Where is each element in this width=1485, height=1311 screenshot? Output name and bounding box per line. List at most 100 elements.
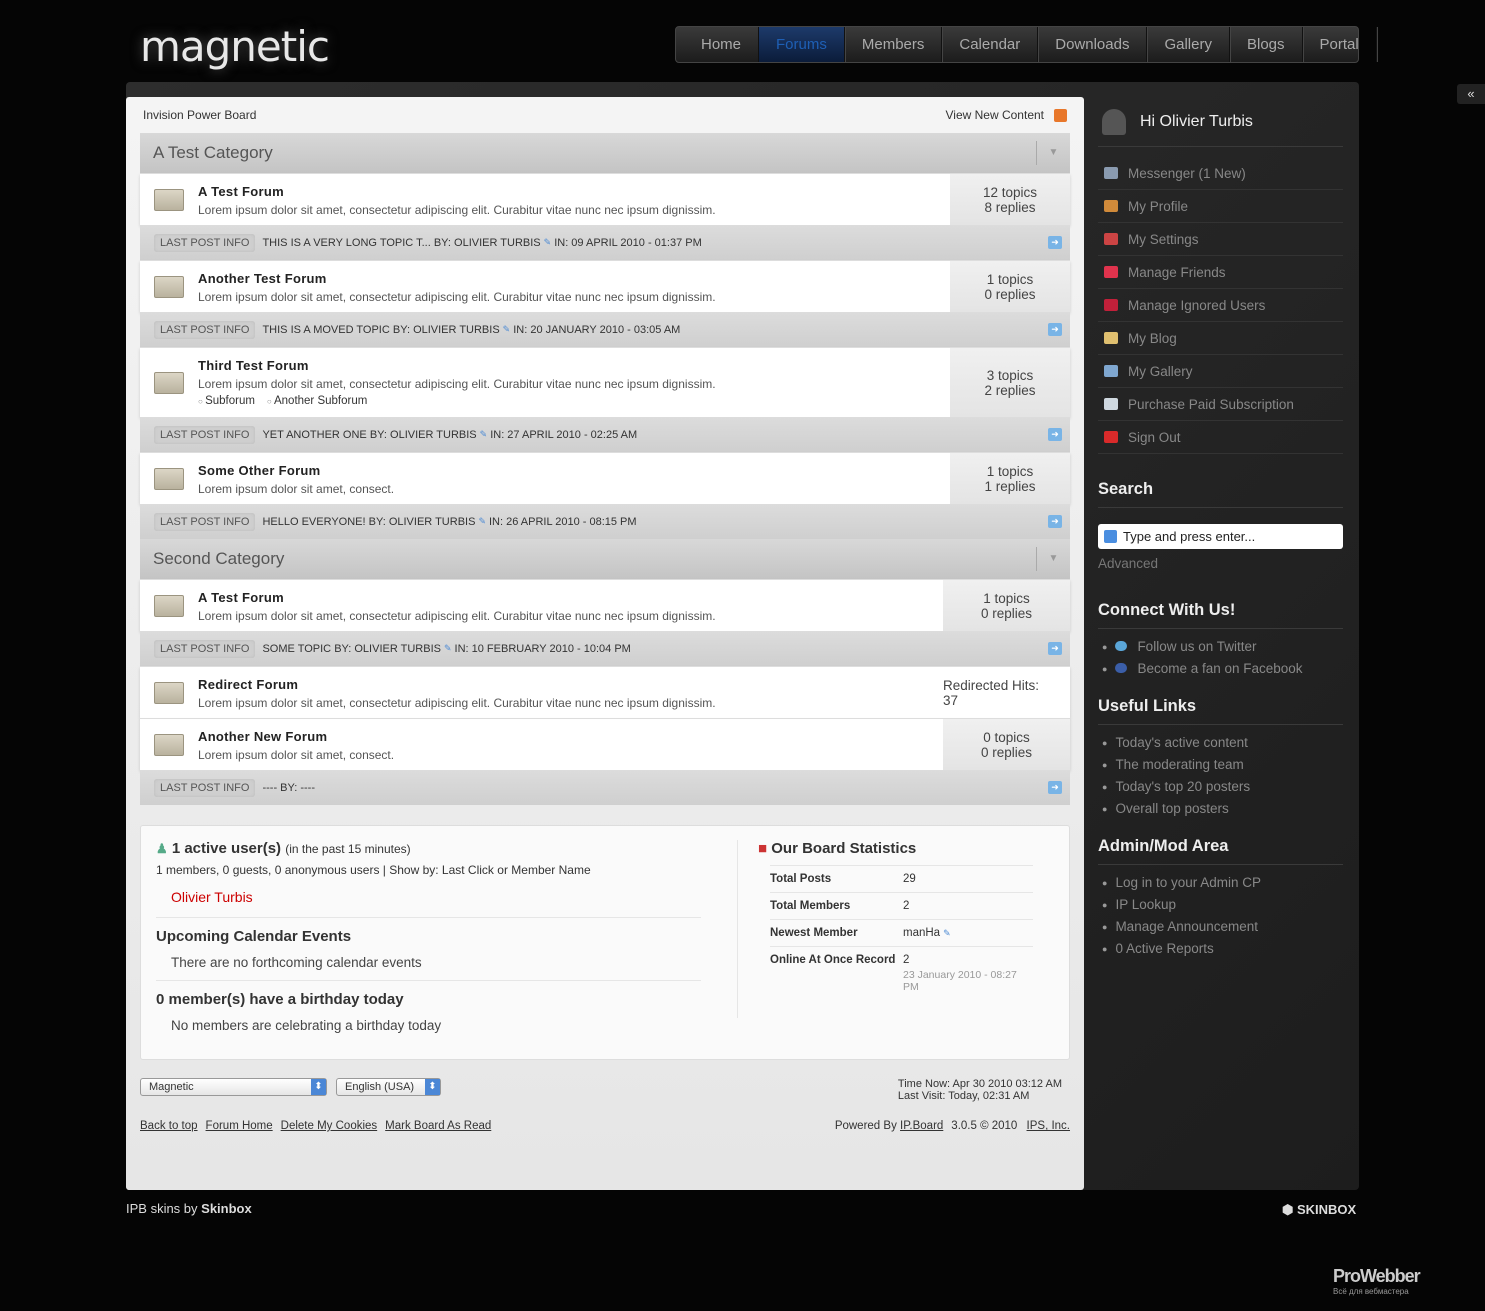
- last-post-topic[interactable]: ----: [262, 782, 277, 794]
- nav-blogs[interactable]: Blogs: [1230, 27, 1303, 62]
- footer-link[interactable]: Mark Board As Read: [385, 1120, 491, 1132]
- stat-value: 2 23 January 2010 - 08:27 PM: [903, 946, 1033, 1000]
- nav-gallery[interactable]: Gallery: [1147, 27, 1230, 62]
- sidebar-link[interactable]: Log in to your Admin CP: [1098, 875, 1343, 897]
- sidebar-menu-item[interactable]: My Blog: [1098, 322, 1343, 355]
- nav-calendar[interactable]: Calendar: [942, 27, 1039, 62]
- nav-home[interactable]: Home: [684, 27, 760, 62]
- member-card-icon[interactable]: ✎: [478, 516, 486, 527]
- active-users-count: 1 active user(s): [171, 840, 282, 857]
- last-post-topic[interactable]: SOME TOPIC: [262, 643, 331, 655]
- member-card-icon[interactable]: ✎: [444, 643, 452, 654]
- last-post-author[interactable]: OLIVIER TURBIS: [389, 516, 476, 528]
- subforum-link[interactable]: Another Subforum: [267, 395, 367, 407]
- sidebar-link-label: IP Lookup: [1115, 897, 1176, 912]
- footer-link[interactable]: Back to top: [140, 1120, 198, 1132]
- sidebar-link[interactable]: Overall top posters: [1098, 801, 1343, 823]
- last-post-topic[interactable]: HELLO EVERYONE!: [262, 516, 365, 528]
- sidebar-link[interactable]: Today's active content: [1098, 735, 1343, 757]
- go-to-last-post-icon[interactable]: ➜: [1048, 323, 1062, 336]
- menu-item-label: Purchase Paid Subscription: [1128, 396, 1294, 412]
- subforum-link[interactable]: Subforum: [198, 395, 255, 407]
- member-card-icon[interactable]: ✎: [943, 928, 951, 938]
- go-to-last-post-icon[interactable]: ➜: [1048, 515, 1062, 528]
- ips-link[interactable]: IPS, Inc.: [1027, 1120, 1070, 1132]
- view-new-content-link[interactable]: View New Content: [946, 108, 1045, 122]
- sidebar-menu-item[interactable]: My Settings: [1098, 223, 1343, 256]
- last-post-topic[interactable]: THIS IS A MOVED TOPIC: [262, 324, 389, 336]
- forum-name[interactable]: Third Test Forum: [198, 358, 950, 373]
- sidebar-menu-item[interactable]: Manage Friends: [1098, 256, 1343, 289]
- forum-name[interactable]: A Test Forum: [198, 590, 943, 605]
- member-card-icon[interactable]: ✎: [480, 429, 488, 440]
- last-post-author[interactable]: OLIVIER TURBIS: [413, 324, 500, 336]
- sidebar-link[interactable]: The moderating team: [1098, 757, 1343, 779]
- sidebar: Hi Olivier Turbis Messenger (1 New) My Pr…: [1098, 97, 1343, 963]
- sidebar-link[interactable]: IP Lookup: [1098, 897, 1343, 919]
- forum-name[interactable]: Redirect Forum: [198, 677, 943, 692]
- collapse-sidebar-button[interactable]: «: [1457, 84, 1485, 104]
- last-post-topic[interactable]: YET ANOTHER ONE: [262, 429, 366, 441]
- last-post-date: IN: 26 APRIL 2010 - 08:15 PM: [488, 515, 637, 528]
- sidebar-link[interactable]: Manage Announcement: [1098, 919, 1343, 941]
- language-select[interactable]: English (USA): [336, 1078, 441, 1096]
- logo[interactable]: magnetic: [140, 22, 330, 71]
- sidebar-link[interactable]: Follow us on Twitter: [1098, 639, 1343, 661]
- forum-name[interactable]: Some Other Forum: [198, 463, 950, 478]
- footer-link[interactable]: Forum Home: [206, 1120, 273, 1132]
- board-info: ♟ 1 active user(s) (in the past 15 minut…: [140, 825, 1070, 1060]
- menu-item-label: My Settings: [1128, 231, 1199, 247]
- sidebar-link[interactable]: Become a fan on Facebook: [1098, 661, 1343, 683]
- stat-value-text[interactable]: manHa: [903, 927, 940, 939]
- stat-value: 2: [903, 892, 1033, 920]
- sidebar-link[interactable]: Today's top 20 posters: [1098, 779, 1343, 801]
- forum-name[interactable]: Another New Forum: [198, 729, 943, 744]
- forum-body: Redirect Forum Lorem ipsum dolor sit amet…: [198, 667, 943, 718]
- sidebar-link[interactable]: 0 Active Reports: [1098, 941, 1343, 963]
- member-card-icon[interactable]: ✎: [503, 324, 511, 335]
- sidebar-menu-item[interactable]: My Profile: [1098, 190, 1343, 223]
- forum-name[interactable]: Another Test Forum: [198, 271, 950, 286]
- sidebar-menu-item[interactable]: Manage Ignored Users: [1098, 289, 1343, 322]
- ipboard-link[interactable]: IP.Board: [900, 1120, 943, 1132]
- nav-forums[interactable]: Forums: [759, 27, 845, 62]
- rss-icon[interactable]: [1054, 109, 1067, 123]
- last-post-info: LAST POST INFO SOME TOPIC BY: OLIVIER TUR…: [140, 631, 1070, 666]
- sidebar-menu-item[interactable]: My Gallery: [1098, 355, 1343, 388]
- sidebar-menu-item[interactable]: Purchase Paid Subscription: [1098, 388, 1343, 421]
- last-post-by: BY:: [392, 323, 410, 336]
- skin-select[interactable]: Magnetic: [140, 1078, 327, 1096]
- skinbox-logo[interactable]: ⬢ SKINBOX: [1282, 1202, 1356, 1218]
- member-card-icon[interactable]: ✎: [544, 237, 552, 248]
- nav-portal[interactable]: Portal: [1303, 27, 1377, 62]
- last-post-author[interactable]: OLIVIER TURBIS: [454, 237, 541, 249]
- sidebar-menu-item[interactable]: Sign Out: [1098, 421, 1343, 454]
- greeting[interactable]: Hi Olivier Turbis: [1140, 113, 1253, 131]
- go-to-last-post-icon[interactable]: ➜: [1048, 781, 1062, 794]
- skinbox-link[interactable]: Skinbox: [201, 1201, 252, 1216]
- collapse-category-icon[interactable]: ▼: [1036, 547, 1070, 571]
- category-title[interactable]: A Test Category: [153, 143, 273, 162]
- search-input[interactable]: Type and press enter...: [1098, 524, 1343, 549]
- go-to-last-post-icon[interactable]: ➜: [1048, 236, 1062, 249]
- sidebar-menu-item[interactable]: Messenger (1 New): [1098, 157, 1343, 190]
- forum-body: Another Test Forum Lorem ipsum dolor sit …: [198, 261, 950, 312]
- last-post-topic[interactable]: THIS IS A VERY LONG TOPIC T...: [262, 237, 430, 249]
- go-to-last-post-icon[interactable]: ➜: [1048, 428, 1062, 441]
- category-title[interactable]: Second Category: [153, 549, 284, 568]
- forum-body: Some Other Forum Lorem ipsum dolor sit am…: [198, 453, 950, 504]
- folder-icon: [154, 733, 184, 756]
- advanced-search-link[interactable]: Advanced: [1098, 556, 1343, 571]
- forum-name[interactable]: A Test Forum: [198, 184, 950, 199]
- nav-downloads[interactable]: Downloads: [1038, 27, 1148, 62]
- breadcrumb[interactable]: Invision Power Board: [143, 108, 256, 122]
- last-post-date: IN: 10 FEBRUARY 2010 - 10:04 PM: [454, 642, 631, 655]
- go-to-last-post-icon[interactable]: ➜: [1048, 642, 1062, 655]
- last-post-author[interactable]: OLIVIER TURBIS: [354, 643, 441, 655]
- collapse-category-icon[interactable]: ▼: [1036, 141, 1070, 165]
- menu-item-icon: [1104, 398, 1118, 410]
- last-post-author[interactable]: OLIVIER TURBIS: [390, 429, 477, 441]
- nav-members[interactable]: Members: [845, 27, 943, 62]
- board-content: Invision Power Board View New Content A …: [126, 97, 1084, 1190]
- footer-link[interactable]: Delete My Cookies: [281, 1120, 378, 1132]
